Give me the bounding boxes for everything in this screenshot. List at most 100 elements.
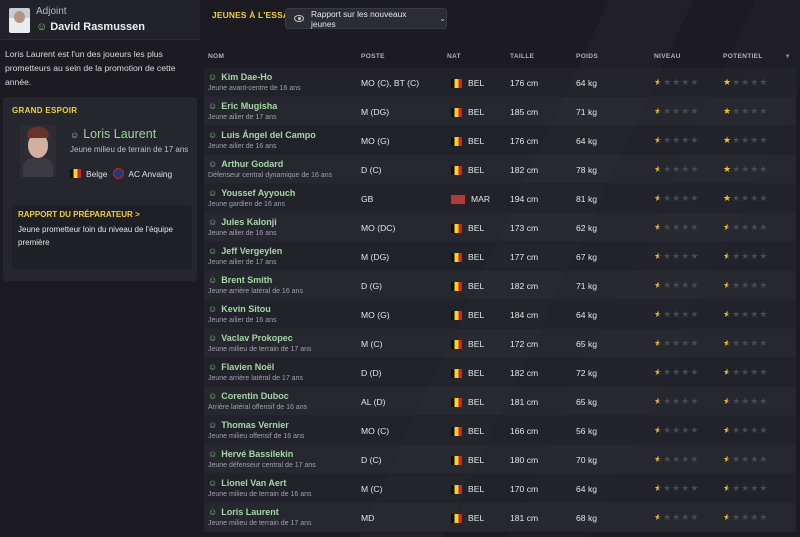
star-icon: ★ (750, 280, 760, 290)
table-row[interactable]: ☺ Jeff Vergeylen Jeune ailier de 17 ans M (… (204, 242, 796, 271)
level-stars: ★★★★★ (654, 425, 699, 435)
star-icon: ★ (732, 425, 742, 435)
table-row[interactable]: ☺ Youssef Ayyouch Jeune gardien de 16 ans G… (204, 184, 796, 213)
sort-icon[interactable]: ▾ (786, 52, 790, 60)
player-name-cell[interactable]: ☺ Jeff Vergeylen (208, 246, 282, 256)
staff-name[interactable]: David Rasmussen (50, 21, 145, 33)
highlight-player-name-text[interactable]: Loris Laurent (83, 127, 156, 141)
player-nationality: BEL (451, 310, 484, 320)
coach-report-link[interactable]: RAPPORT DU PRÉPARATEUR > (18, 210, 186, 219)
player-name-cell[interactable]: ☺ Arthur Godard (208, 159, 283, 169)
player-name[interactable]: Luis Ángel del Campo (221, 130, 316, 140)
player-description: Jeune milieu de terrain de 17 ans (208, 346, 312, 353)
star-icon: ★ (750, 309, 760, 319)
level-stars: ★★★★★ (654, 483, 699, 493)
nationality-code: MAR (471, 194, 491, 204)
player-name-cell[interactable]: ☺ Youssef Ayyouch (208, 188, 295, 198)
player-name-cell[interactable]: ☺ Luis Ángel del Campo (208, 130, 316, 140)
player-position: D (G) (361, 281, 383, 291)
player-weight: 72 kg (576, 368, 598, 378)
staff-header[interactable]: Adjoint ☺ David Rasmussen (0, 0, 200, 40)
player-name-cell[interactable]: ☺ Flavien Noël (208, 362, 274, 372)
star-icon: ★ (732, 135, 742, 145)
coach-report-header[interactable]: RAPPORT DU PRÉPARATEUR (18, 210, 133, 219)
table-row[interactable]: ☺ Thomas Vernier Jeune milieu offensif de … (204, 416, 796, 445)
player-name[interactable]: Hervé Bassilekin (221, 449, 293, 459)
star-icon: ★ (750, 512, 760, 522)
table-row[interactable]: ☺ Jules Kalonji Jeune ailier de 16 ans MO (… (204, 213, 796, 242)
star-icon: ★ (663, 396, 673, 406)
player-name[interactable]: Thomas Vernier (221, 420, 289, 430)
star-icon: ★ (750, 222, 760, 232)
player-name[interactable]: Eric Mugisha (221, 101, 277, 111)
star-icon: ★ (654, 106, 664, 116)
table-row[interactable]: ☺ Corentin Duboc Arrière latéral offensif … (204, 387, 796, 416)
player-name[interactable]: Jules Kalonji (221, 217, 277, 227)
level-stars: ★★★★★ (654, 164, 699, 174)
highlight-player-name[interactable]: ☺ Loris Laurent (70, 127, 156, 141)
col-header-position[interactable]: POSTE (361, 53, 385, 60)
player-name-cell[interactable]: ☺ Jules Kalonji (208, 217, 277, 227)
table-row[interactable]: ☺ Loris Laurent Jeune milieu de terrain de… (204, 503, 796, 532)
player-name[interactable]: Youssef Ayyouch (221, 188, 295, 198)
player-name[interactable]: Flavien Noël (221, 362, 274, 372)
club-name[interactable]: AC Anvaing (128, 169, 172, 179)
table-row[interactable]: ☺ Luis Ángel del Campo Jeune ailier de 16 … (204, 126, 796, 155)
star-icon: ★ (681, 135, 691, 145)
table-row[interactable]: ☺ Kevin Sitou Jeune ailier de 16 ans MO (G)… (204, 300, 796, 329)
player-name[interactable]: Jeff Vergeylen (221, 246, 282, 256)
col-header-potential[interactable]: POTENTIEL (723, 53, 763, 60)
player-name[interactable]: Kim Dae-Ho (221, 72, 272, 82)
star-icon: ★ (759, 222, 769, 232)
player-name[interactable]: Corentin Duboc (221, 391, 289, 401)
player-name-cell[interactable]: ☺ Kim Dae-Ho (208, 72, 272, 82)
player-name-cell[interactable]: ☺ Corentin Duboc (208, 391, 289, 401)
star-icon: ★ (723, 77, 733, 87)
table-row[interactable]: ☺ Brent Smith Jeune arrière latéral de 16 … (204, 271, 796, 300)
player-name-cell[interactable]: ☺ Hervé Bassilekin (208, 449, 293, 459)
col-header-level[interactable]: NIVEAU (654, 53, 681, 60)
player-weight: 64 kg (576, 136, 598, 146)
player-description: Jeune ailier de 16 ans (208, 317, 277, 324)
table-row[interactable]: ☺ Eric Mugisha Jeune ailier de 17 ans M (DG… (204, 97, 796, 126)
player-weight: 71 kg (576, 107, 598, 117)
player-name[interactable]: Lionel Van Aert (221, 478, 286, 488)
table-row[interactable]: ☺ Kim Dae-Ho Jeune avant-centre de 16 ans M… (204, 68, 796, 97)
col-header-weight[interactable]: POIDS (576, 53, 598, 60)
player-position: MO (C) (361, 426, 390, 436)
player-name-cell[interactable]: ☺ Kevin Sitou (208, 304, 271, 314)
player-name[interactable]: Brent Smith (221, 275, 272, 285)
player-name-cell[interactable]: ☺ Eric Mugisha (208, 101, 277, 111)
left-panel: Adjoint ☺ David Rasmussen Loris Laurent e… (0, 0, 200, 537)
star-icon: ★ (690, 222, 700, 232)
player-name-cell[interactable]: ☺ Thomas Vernier (208, 420, 289, 430)
player-name-cell[interactable]: ☺ Brent Smith (208, 275, 272, 285)
flag-icon (451, 107, 462, 117)
table-row[interactable]: ☺ Lionel Van Aert Jeune milieu de terrain … (204, 474, 796, 503)
col-header-height[interactable]: TAILLE (510, 53, 534, 60)
player-name[interactable]: Arthur Godard (221, 159, 283, 169)
star-icon: ★ (723, 280, 733, 290)
potential-stars: ★★★★★ (723, 309, 768, 319)
player-name-cell[interactable]: ☺ Lionel Van Aert (208, 478, 286, 488)
player-name-cell[interactable]: ☺ Vaclav Prokopec (208, 333, 293, 343)
player-position: M (C) (361, 339, 383, 349)
player-name[interactable]: Loris Laurent (221, 507, 279, 517)
star-icon: ★ (681, 309, 691, 319)
star-icon: ★ (681, 367, 691, 377)
table-row[interactable]: ☺ Flavien Noël Jeune arrière latéral de 17… (204, 358, 796, 387)
col-header-name[interactable]: NOM (208, 53, 224, 60)
level-stars: ★★★★★ (654, 193, 699, 203)
report-dropdown-button[interactable]: Rapport sur les nouveaux jeunes ⌄ (285, 8, 447, 29)
potential-stars: ★★★★★ (723, 338, 768, 348)
star-icon: ★ (654, 135, 664, 145)
staff-name-row[interactable]: ☺ David Rasmussen (36, 21, 145, 33)
player-height: 166 cm (510, 426, 539, 436)
player-name[interactable]: Vaclav Prokopec (221, 333, 293, 343)
player-name-cell[interactable]: ☺ Loris Laurent (208, 507, 279, 517)
table-row[interactable]: ☺ Hervé Bassilekin Jeune défenseur central… (204, 445, 796, 474)
player-name[interactable]: Kevin Sitou (221, 304, 271, 314)
table-row[interactable]: ☺ Vaclav Prokopec Jeune milieu de terrain … (204, 329, 796, 358)
col-header-nat[interactable]: NAT (447, 53, 461, 60)
table-row[interactable]: ☺ Arthur Godard Défenseur central dynamiqu… (204, 155, 796, 184)
